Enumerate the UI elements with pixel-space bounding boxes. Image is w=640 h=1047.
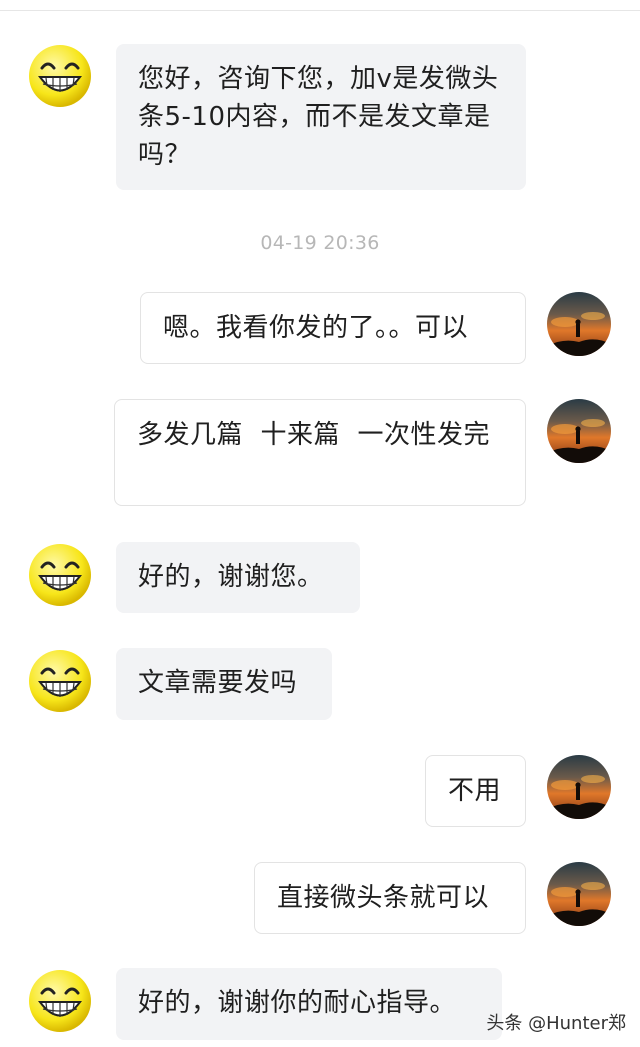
user-avatar[interactable] xyxy=(547,862,611,926)
message-text: 好的，谢谢你的耐心指导。 xyxy=(138,988,457,1018)
smiling-emoji-icon xyxy=(29,650,91,712)
smiling-emoji-icon xyxy=(29,970,91,1032)
message-bubble-outgoing[interactable]: 嗯。我看你发的了。。可以 xyxy=(140,292,526,364)
contact-avatar[interactable] xyxy=(28,649,92,713)
message-text: 好的，谢谢您。 xyxy=(138,562,324,592)
top-divider xyxy=(0,10,640,11)
contact-avatar[interactable] xyxy=(28,969,92,1033)
user-avatar[interactable] xyxy=(547,755,611,819)
sunset-silhouette-avatar xyxy=(547,292,611,356)
sunset-silhouette-avatar xyxy=(547,755,611,819)
message-bubble-incoming[interactable]: 您好，咨询下您，加v是发微头条5-10内容，而不是发文章是吗？ xyxy=(116,44,526,190)
message-timestamp: 04-19 20:36 xyxy=(260,232,380,254)
message-bubble-outgoing[interactable]: 多发几篇 十来篇 一次性发完 xyxy=(114,399,526,506)
message-text: 您好，咨询下您，加v是发微头条5-10内容，而不是发文章是吗？ xyxy=(138,64,499,170)
message-text: 文章需要发吗 xyxy=(138,668,298,698)
message-bubble-incoming[interactable]: 好的，谢谢您。 xyxy=(116,542,360,613)
message-bubble-outgoing[interactable]: 不用 xyxy=(425,755,526,827)
message-bubble-outgoing[interactable]: 直接微头条就可以 xyxy=(254,862,526,934)
smiling-emoji-icon xyxy=(29,45,91,107)
message-bubble-incoming[interactable]: 文章需要发吗 xyxy=(116,648,332,720)
sunset-silhouette-avatar xyxy=(547,862,611,926)
contact-avatar[interactable] xyxy=(28,44,92,108)
message-text: 直接微头条就可以 xyxy=(277,883,490,913)
user-avatar[interactable] xyxy=(547,292,611,356)
user-avatar[interactable] xyxy=(547,399,611,463)
message-text: 不用 xyxy=(448,776,502,806)
message-text: 多发几篇 十来篇 一次性发完 xyxy=(137,420,491,450)
sunset-silhouette-avatar xyxy=(547,399,611,463)
contact-avatar[interactable] xyxy=(28,543,92,607)
smiling-emoji-icon xyxy=(29,544,91,606)
message-text: 嗯。我看你发的了。。可以 xyxy=(163,313,469,343)
watermark-text: 头条 @Hunter郑 xyxy=(486,1013,626,1034)
message-bubble-incoming[interactable]: 好的，谢谢你的耐心指导。 xyxy=(116,968,502,1040)
